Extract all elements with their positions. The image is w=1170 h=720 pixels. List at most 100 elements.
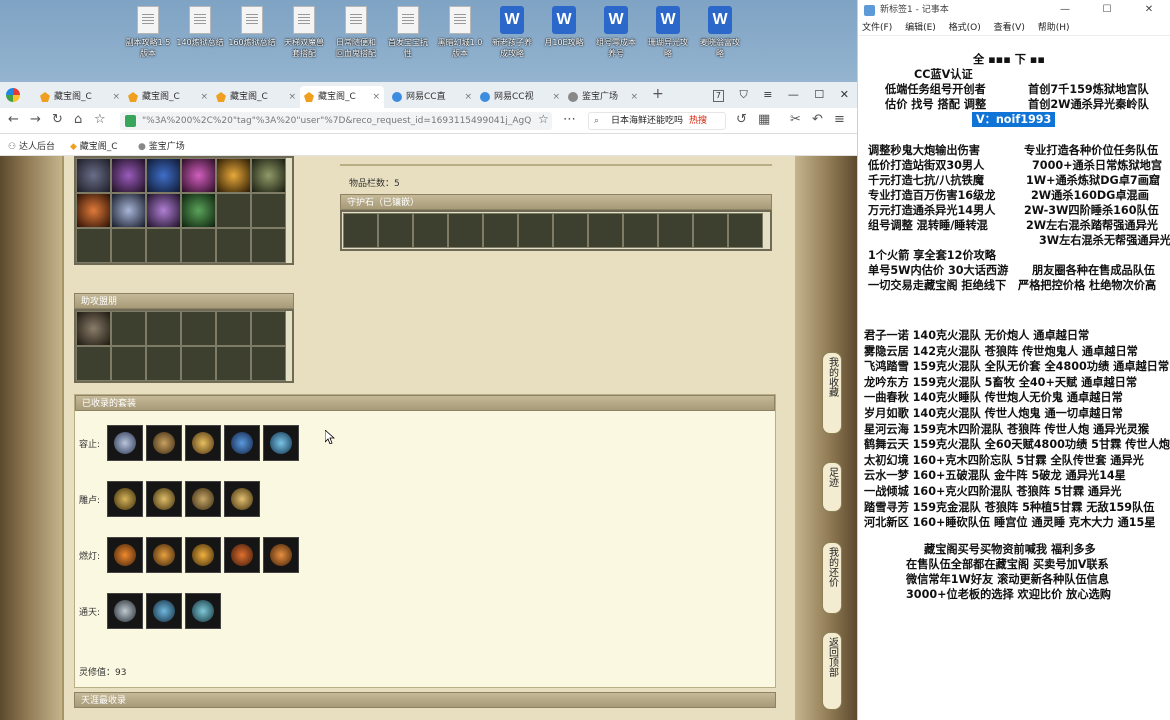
desktop-file-icon[interactable]: W 月10E攻略 bbox=[538, 6, 590, 48]
desktop-file-icon[interactable]: 日常随便和 回血鬼搭配 bbox=[330, 6, 382, 59]
suit-item-icon[interactable] bbox=[107, 425, 143, 461]
bookmark-item[interactable]: ◆ 藏宝阁_C bbox=[70, 139, 118, 152]
menu-help[interactable]: 帮助(H) bbox=[1038, 23, 1070, 33]
desktop-file-icon[interactable]: W 麦晓翁富攻 略 bbox=[694, 6, 746, 59]
inventory-slot[interactable] bbox=[111, 228, 146, 263]
helper-slot[interactable] bbox=[216, 346, 251, 381]
suit-item-icon[interactable] bbox=[107, 593, 143, 629]
guardian-slot[interactable] bbox=[483, 213, 518, 248]
helper-slot[interactable] bbox=[181, 346, 216, 381]
helper-slot[interactable] bbox=[251, 346, 286, 381]
back-to-top-button[interactable]: 返回顶部 bbox=[822, 632, 842, 710]
guardian-slot[interactable] bbox=[378, 213, 413, 248]
browser-logo-icon[interactable] bbox=[6, 88, 20, 102]
close-icon[interactable]: × bbox=[372, 86, 380, 108]
helper-slot[interactable] bbox=[111, 346, 146, 381]
tab-treasure[interactable]: 藏宝阁_C × bbox=[36, 86, 124, 108]
grid-icon[interactable]: ▦ bbox=[758, 112, 770, 127]
helper-slot[interactable] bbox=[76, 346, 111, 381]
tab-cc-video[interactable]: 网易CC视 × bbox=[476, 86, 564, 108]
suit-item-icon[interactable] bbox=[146, 593, 182, 629]
inventory-item[interactable] bbox=[111, 158, 146, 193]
desktop-file-icon[interactable]: W 新老孩子养 成攻略 bbox=[486, 6, 538, 59]
guardian-slot[interactable] bbox=[588, 213, 623, 248]
suit-item-icon[interactable] bbox=[146, 537, 182, 573]
my-counteroffer-button[interactable]: 我的还价 bbox=[822, 542, 842, 614]
reload-icon[interactable]: ↺ bbox=[736, 112, 747, 127]
inventory-item[interactable] bbox=[146, 158, 181, 193]
tab-treasure[interactable]: 藏宝阁_C × bbox=[124, 86, 212, 108]
footprint-button[interactable]: 足迹 bbox=[822, 462, 842, 512]
menu-edit[interactable]: 编辑(E) bbox=[905, 23, 936, 33]
bookmark-item[interactable]: ⚇ 达人后台 bbox=[8, 139, 55, 152]
suit-item-icon[interactable] bbox=[224, 425, 260, 461]
suit-item-icon[interactable] bbox=[185, 537, 221, 573]
guardian-slot[interactable] bbox=[693, 213, 728, 248]
more-icon[interactable]: ⋯ bbox=[563, 112, 576, 127]
refresh-icon[interactable]: ↻ bbox=[52, 112, 63, 127]
desktop-file-icon[interactable]: W 珊瑚异光攻 略 bbox=[642, 6, 694, 59]
suit-item-icon[interactable] bbox=[185, 593, 221, 629]
back-icon[interactable]: ← bbox=[8, 112, 19, 127]
menu-file[interactable]: 文件(F) bbox=[862, 23, 892, 33]
minimize-button[interactable]: — bbox=[788, 82, 799, 108]
guardian-slot[interactable] bbox=[343, 213, 378, 248]
close-window-button[interactable]: ✕ bbox=[1128, 0, 1170, 20]
maximize-button[interactable]: ☐ bbox=[814, 82, 824, 108]
inventory-slot[interactable] bbox=[76, 228, 111, 263]
helper-slot[interactable] bbox=[146, 346, 181, 381]
guardian-slot[interactable] bbox=[448, 213, 483, 248]
new-tab-button[interactable]: + bbox=[652, 86, 664, 102]
desktop-file-icon[interactable]: 副本攻略1.5 版本 bbox=[122, 6, 174, 59]
tab-count-badge[interactable]: 7 bbox=[712, 90, 724, 102]
home-icon[interactable]: ⌂ bbox=[74, 112, 82, 127]
close-window-button[interactable]: ✕ bbox=[840, 82, 849, 108]
inventory-item[interactable] bbox=[251, 158, 286, 193]
inventory-slot[interactable] bbox=[181, 228, 216, 263]
guardian-slot[interactable] bbox=[518, 213, 553, 248]
suit-item-icon[interactable] bbox=[107, 481, 143, 517]
guardian-slot[interactable] bbox=[623, 213, 658, 248]
undo-icon[interactable]: ↶ bbox=[812, 112, 823, 127]
inventory-item[interactable] bbox=[146, 193, 181, 228]
guardian-slot[interactable] bbox=[728, 213, 763, 248]
scissors-icon[interactable]: ✂ bbox=[790, 112, 801, 127]
desktop-file-icon[interactable]: 140炼狱总结 bbox=[174, 6, 226, 48]
tab-cc-live[interactable]: 网易CC直 × bbox=[388, 86, 476, 108]
bookmark-star-icon[interactable]: ☆ bbox=[538, 112, 549, 126]
inventory-slot[interactable] bbox=[251, 228, 286, 263]
suit-item-icon[interactable] bbox=[107, 537, 143, 573]
maximize-button[interactable]: ☐ bbox=[1086, 0, 1128, 20]
tab-treasure-active[interactable]: 藏宝阁_C × bbox=[300, 86, 384, 108]
suit-item-icon[interactable] bbox=[224, 481, 260, 517]
inventory-slot[interactable] bbox=[251, 193, 286, 228]
close-icon[interactable]: × bbox=[200, 86, 208, 108]
suit-item-icon[interactable] bbox=[263, 425, 299, 461]
suit-item-icon[interactable] bbox=[263, 537, 299, 573]
menu-icon[interactable]: ≡ bbox=[834, 112, 845, 127]
minimize-button[interactable]: — bbox=[1044, 0, 1086, 20]
inventory-item[interactable] bbox=[216, 158, 251, 193]
inventory-item[interactable] bbox=[111, 193, 146, 228]
helper-slot[interactable] bbox=[146, 311, 181, 346]
menu-view[interactable]: 查看(V) bbox=[994, 23, 1025, 33]
inventory-item[interactable] bbox=[181, 193, 216, 228]
tab-treasure[interactable]: 藏宝阁_C × bbox=[212, 86, 300, 108]
star-icon[interactable]: ☆ bbox=[94, 112, 106, 127]
close-icon[interactable]: × bbox=[630, 86, 638, 108]
close-icon[interactable]: × bbox=[464, 86, 472, 108]
suit-item-icon[interactable] bbox=[224, 537, 260, 573]
my-favorites-button[interactable]: 我的收藏 bbox=[822, 352, 842, 434]
suit-item-icon[interactable] bbox=[146, 481, 182, 517]
close-icon[interactable]: × bbox=[288, 86, 296, 108]
desktop-file-icon[interactable]: 首发宝宝抗 性 bbox=[382, 6, 434, 59]
desktop-file-icon[interactable]: W 组号零成本 养号 bbox=[590, 6, 642, 59]
notepad-text-area[interactable]: 全 ▪▪▪ 下 ▪▪ CC蓝V认证 低端任务组号开创者 首创7千159炼狱地宫队 估价 … bbox=[858, 36, 1170, 720]
menu-format[interactable]: 格式(O) bbox=[949, 23, 981, 33]
suit-item-icon[interactable] bbox=[185, 481, 221, 517]
guardian-slot[interactable] bbox=[413, 213, 448, 248]
inventory-item[interactable] bbox=[76, 158, 111, 193]
inventory-slot[interactable] bbox=[216, 228, 251, 263]
helper-slot[interactable] bbox=[111, 311, 146, 346]
helper-slot[interactable] bbox=[251, 311, 286, 346]
